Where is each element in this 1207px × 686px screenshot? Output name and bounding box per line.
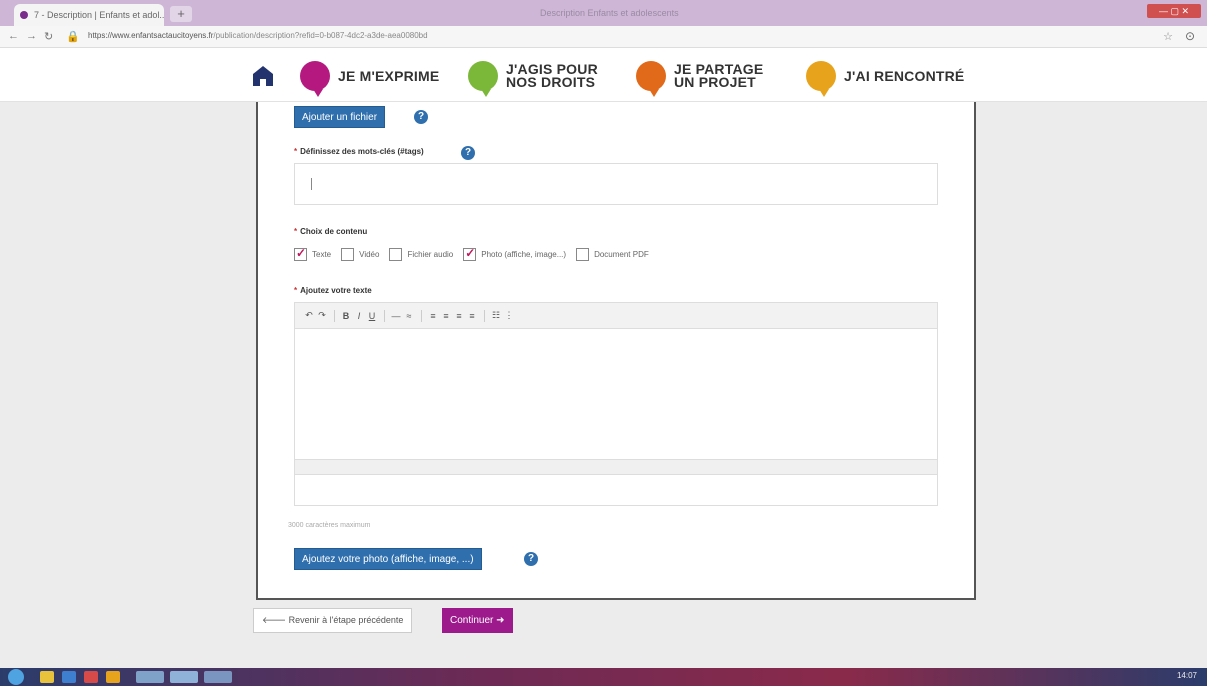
tab-favicon-icon [20,11,28,19]
speech-bubble-icon [806,61,836,97]
speech-bubble-icon [636,61,666,97]
editor-status-bar [295,459,937,475]
content-checkboxes: Texte Vidéo Fichier audio Photo (affiche… [294,246,659,261]
text-label: * Ajoutez votre texte [294,286,372,295]
align-left-icon[interactable]: ≡ [427,311,439,321]
align-justify-icon[interactable]: ≡ [466,311,478,321]
checkbox[interactable] [389,248,403,261]
start-button-icon[interactable] [8,669,24,685]
tab-title: 7 - Description | Enfants et adol... × [34,10,164,20]
browser-tab[interactable]: 7 - Description | Enfants et adol... × [14,4,164,26]
browser-icon[interactable] [62,671,76,683]
lock-icon: 🔒 [66,31,80,43]
app-icon[interactable] [170,671,198,683]
window-controls[interactable]: — ▢ ✕ [1147,4,1201,18]
back-arrow-icon[interactable]: ← [8,30,19,42]
char-limit-hint: 3000 caractères maximum [288,522,371,529]
checkbox-texte[interactable]: Texte [294,246,331,261]
checkbox-document-pdf[interactable]: Document PDF [576,248,649,261]
speech-bubble-icon [300,61,330,97]
explorer-icon[interactable] [40,671,54,683]
nav-item-je-mexprime[interactable]: JE M'EXPRIME [300,56,440,97]
continue-button[interactable]: Continuer ➜ [442,608,513,633]
checkbox-photo[interactable]: Photo (affiche, image...) [463,246,566,261]
tags-input[interactable] [294,163,938,205]
nav-item-jai-rencontre[interactable]: J'AI RENCONTRÉ [806,56,965,97]
windows-taskbar: 14:07 [0,668,1207,686]
window-title: Description Enfants et adolescents [540,8,679,18]
bold-button[interactable]: B [340,311,352,321]
underline-button[interactable]: U [366,311,378,321]
help-icon[interactable]: ? [524,552,538,566]
previous-step-button[interactable]: 🡐 Revenir à l'étape précédente [253,608,413,633]
add-photo-button[interactable]: Ajoutez votre photo (affiche, image, ...… [294,548,482,570]
checkbox[interactable] [341,248,355,261]
link-icon[interactable]: — [390,311,402,321]
nav-item-jagis-pour-nos-droits[interactable]: J'AGIS POUR NOS DROITS [468,56,598,97]
site-navigation: JE M'EXPRIME J'AGIS POUR NOS DROITS JE PA… [0,48,1207,102]
app-icon[interactable] [204,671,232,683]
add-file-button[interactable]: Ajouter un fichier [294,106,386,128]
nav-label: JE PARTAGE UN PROJET [674,61,764,90]
arrow-left-icon: 🡐 [262,615,289,625]
align-center-icon[interactable]: ≡ [440,311,452,321]
system-clock[interactable]: 14:07 [1177,671,1197,680]
checkbox[interactable] [576,248,590,261]
url-host: https://www.enfantsactaucitoyens.fr [88,31,214,40]
form-panel: Ajouter un fichier ? * Définissez des mot… [256,102,976,600]
forward-arrow-icon[interactable]: → [26,30,37,42]
redo-icon[interactable]: ↷ [316,310,328,321]
editor-text-area[interactable] [295,329,937,459]
editor-toolbar: ↶ ↷ B I U — ≈ ≡ ≡ ≡ ≡ ☷ ⋮ [295,303,937,329]
text-caret [311,178,312,190]
checkbox[interactable] [463,246,477,261]
speech-bubble-icon [468,61,498,97]
app-icon[interactable] [136,671,164,683]
nav-item-je-partage-un-projet[interactable]: JE PARTAGE UN PROJET [636,56,764,97]
address-bar: ← → ↻ 🔒 https://www.enfantsactaucitoyens… [0,26,1207,48]
undo-icon[interactable]: ↶ [303,310,315,321]
checkbox[interactable] [294,246,307,261]
checkbox-fichier-audio[interactable]: Fichier audio [389,248,453,261]
nav-label: JE M'EXPRIME [338,67,440,84]
url-path: /publication/description?refid=0-b087-4d… [213,31,428,40]
tags-label: * Définissez des mots-clés (#tags) [294,147,424,156]
app-icon[interactable] [106,671,120,683]
nav-label: J'AI RENCONTRÉ [844,67,965,84]
checkbox-video[interactable]: Vidéo [341,248,379,261]
bullet-list-icon[interactable]: ☷ [490,310,502,321]
unlink-icon[interactable]: ≈ [403,311,415,321]
align-right-icon[interactable]: ≡ [453,311,465,321]
browser-tab-bar: 7 - Description | Enfants et adol... × +… [0,0,1207,26]
app-icon[interactable] [84,671,98,683]
reload-icon[interactable]: ↻ [44,30,53,43]
profile-icon[interactable]: ⊙ [1185,29,1195,43]
help-icon[interactable]: ? [461,146,475,160]
home-icon[interactable] [252,65,274,87]
numbered-list-icon[interactable]: ⋮ [503,310,515,321]
content-choice-label: * Choix de contenu [294,227,368,236]
url-field[interactable]: https://www.enfantsactaucitoyens.fr/publ… [88,31,428,40]
new-tab-button[interactable]: + [170,6,192,22]
help-icon[interactable]: ? [414,110,428,124]
bookmark-star-icon[interactable]: ☆ [1163,30,1173,43]
nav-label: J'AGIS POUR NOS DROITS [506,61,598,90]
arrow-right-icon: ➜ [493,615,505,626]
rich-text-editor: ↶ ↷ B I U — ≈ ≡ ≡ ≡ ≡ ☷ ⋮ [294,302,938,506]
italic-button[interactable]: I [353,311,365,321]
